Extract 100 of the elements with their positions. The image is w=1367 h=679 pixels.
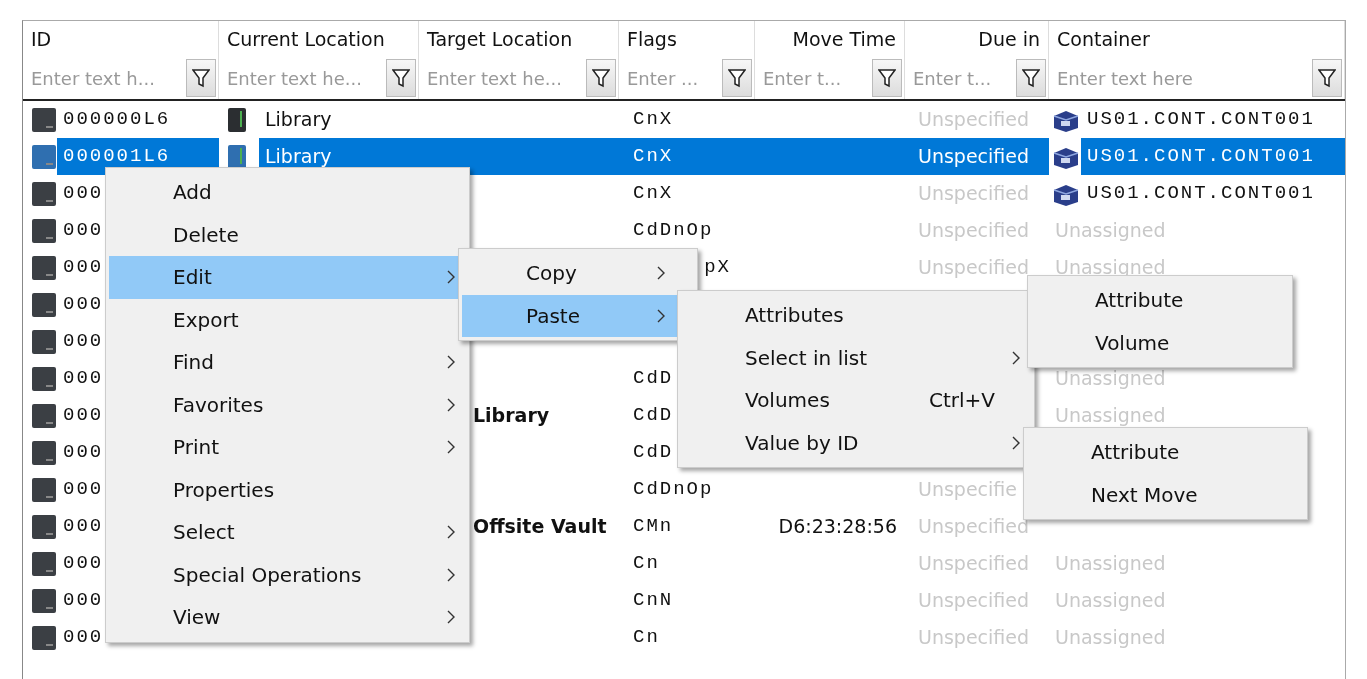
column-header[interactable]: ID bbox=[23, 21, 218, 57]
filter-input[interactable]: Enter text he... bbox=[419, 67, 586, 89]
filter-icon bbox=[1318, 68, 1336, 88]
filter-icon bbox=[392, 68, 410, 88]
table-cell-text: 000 bbox=[62, 329, 105, 354]
menu-item[interactable]: View bbox=[109, 596, 466, 639]
table-cell-text: 000 bbox=[62, 551, 105, 576]
table-cell-text: 000 bbox=[62, 477, 105, 502]
menu-item[interactable]: Properties bbox=[109, 468, 466, 511]
table-cell-text: 000000L6 bbox=[62, 107, 172, 132]
table-cell-text: 000 bbox=[62, 403, 105, 428]
menu-item[interactable]: Volume bbox=[1031, 321, 1289, 364]
menu-item[interactable]: Volumes Ctrl+V bbox=[681, 379, 1031, 422]
cartridge-icon bbox=[31, 106, 57, 133]
cartridge-icon bbox=[31, 180, 57, 207]
table-cell-text: CdD bbox=[632, 440, 675, 465]
cartridge-icon bbox=[31, 513, 57, 540]
table-cell: Unspecified bbox=[905, 138, 1036, 175]
filter-input[interactable]: Enter text here bbox=[1049, 67, 1312, 89]
filter-input[interactable]: Enter text he... bbox=[219, 67, 386, 89]
chevron-right-icon bbox=[447, 610, 455, 625]
filter-button[interactable] bbox=[386, 59, 416, 97]
cartridge-icon bbox=[31, 550, 57, 577]
filter-button[interactable] bbox=[722, 59, 752, 97]
cartridge-icon bbox=[31, 365, 57, 392]
menu-item[interactable]: Select in list bbox=[681, 336, 1031, 379]
column-header[interactable]: Current Location bbox=[219, 21, 418, 57]
cartridge-icon bbox=[31, 217, 57, 244]
filter-button[interactable] bbox=[872, 59, 902, 97]
chevron-right-icon bbox=[447, 270, 455, 285]
cartridge-icon bbox=[31, 328, 57, 355]
selection-highlight bbox=[1320, 138, 1345, 175]
table-cell-text: 000 bbox=[62, 292, 105, 317]
table-cell-text: 000 bbox=[62, 218, 105, 243]
chevron-right-icon bbox=[447, 397, 455, 412]
menu-item[interactable]: Special Operations bbox=[109, 553, 466, 596]
menu-item[interactable]: Next Move bbox=[1027, 473, 1304, 516]
filter-button[interactable] bbox=[1016, 59, 1046, 97]
chevron-right-icon bbox=[447, 525, 455, 540]
cartridge-icon bbox=[31, 402, 57, 429]
table-cell-text: 000 bbox=[62, 514, 105, 539]
table-cell: CnX bbox=[619, 138, 680, 175]
cartridge-icon bbox=[31, 439, 57, 466]
filter-icon bbox=[1022, 68, 1040, 88]
filter-icon bbox=[592, 68, 610, 88]
library-cabinet-icon bbox=[227, 106, 247, 133]
filter-icon bbox=[728, 68, 746, 88]
cartridge-icon bbox=[31, 143, 57, 170]
table-cell-text: 000 bbox=[62, 625, 105, 650]
cartridge-icon bbox=[31, 254, 57, 281]
filter-input[interactable]: Enter text h... bbox=[23, 67, 186, 89]
filter-input[interactable]: Enter t... bbox=[755, 67, 872, 89]
table-cell-text: CdD bbox=[632, 366, 675, 391]
table-cell-text: 000 bbox=[62, 255, 105, 280]
table-cell-text: D6:23:28:56 bbox=[777, 514, 898, 539]
cartridge-icon bbox=[31, 587, 57, 614]
table-cell-text: Cn bbox=[632, 625, 661, 650]
table-cell: US01.CONT.CONT001 bbox=[1081, 138, 1321, 175]
menu-item[interactable]: Select bbox=[109, 511, 466, 554]
chevron-right-icon bbox=[1012, 435, 1020, 450]
table-cell-text: Library bbox=[472, 403, 551, 428]
selection-highlight bbox=[1035, 138, 1049, 175]
column-header[interactable]: Move Time bbox=[755, 21, 904, 57]
chevron-right-icon bbox=[447, 567, 455, 582]
table-cell-text: CdDnOp bbox=[632, 218, 715, 243]
table-cell-text: CnN bbox=[632, 588, 675, 613]
menu-item[interactable]: Find bbox=[109, 341, 466, 384]
filter-button[interactable] bbox=[1312, 59, 1342, 97]
filter-icon bbox=[192, 68, 210, 88]
cartridge-icon bbox=[31, 291, 57, 318]
menu-item[interactable]: Attribute bbox=[1031, 279, 1289, 322]
table-cell-text: 000 bbox=[62, 588, 105, 613]
cartridge-icon bbox=[31, 624, 57, 651]
filter-input[interactable]: Enter ... bbox=[619, 67, 722, 89]
filter-icon bbox=[878, 68, 896, 88]
filter-input[interactable]: Enter t... bbox=[905, 67, 1016, 89]
cartridge-icon bbox=[31, 476, 57, 503]
menu-item[interactable]: Print bbox=[109, 426, 466, 469]
menu-item[interactable]: Attribute bbox=[1027, 431, 1304, 474]
table-cell-text: CMn bbox=[632, 514, 675, 539]
table-cell-text: 000 bbox=[62, 440, 105, 465]
chevron-right-icon bbox=[447, 440, 455, 455]
menu-item[interactable]: Favorites bbox=[109, 383, 466, 426]
chevron-right-icon bbox=[1012, 350, 1020, 365]
table-cell-text: Offsite Vault bbox=[472, 514, 608, 539]
table-cell-text: Cn bbox=[632, 551, 661, 576]
column-header[interactable]: Flags bbox=[619, 21, 754, 57]
table-cell-text: CdDnOp bbox=[632, 477, 715, 502]
chevron-right-icon bbox=[447, 355, 455, 370]
chevron-right-icon bbox=[657, 308, 665, 323]
column-header[interactable]: Due in bbox=[905, 21, 1048, 57]
library-cabinet-icon bbox=[227, 143, 247, 170]
filter-button[interactable] bbox=[586, 59, 616, 97]
chevron-right-icon bbox=[657, 266, 665, 281]
column-header[interactable]: Container bbox=[1049, 21, 1344, 57]
column-header[interactable]: Target Location bbox=[419, 21, 618, 57]
table-cell-text: pX bbox=[703, 255, 732, 280]
table-cell-text: 000 bbox=[62, 366, 105, 391]
table-cell-text: Library bbox=[264, 107, 333, 132]
filter-button[interactable] bbox=[186, 59, 216, 97]
